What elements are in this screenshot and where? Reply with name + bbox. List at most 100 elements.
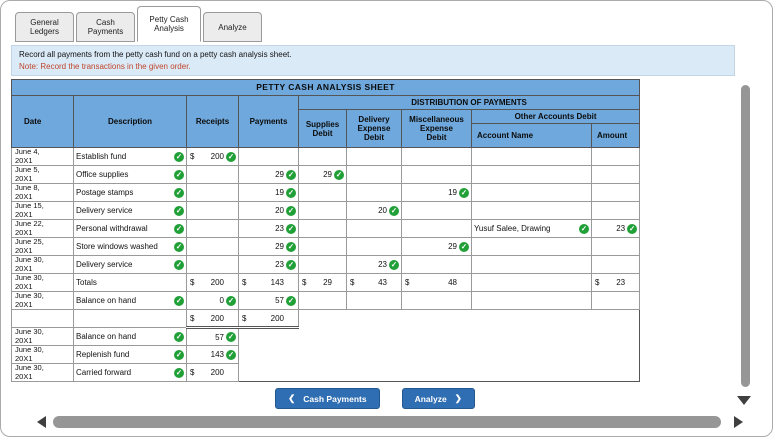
- cash-payments-button[interactable]: ❮ Cash Payments: [275, 388, 380, 409]
- table-row: June 15, 20X1 Delivery service ✓ 20 ✓ 20 ✓: [11, 201, 641, 220]
- misc-cell: [401, 327, 472, 346]
- scroll-down-arrow-icon[interactable]: [737, 396, 751, 405]
- amount-cell: [590, 255, 641, 274]
- account-cell: [471, 327, 592, 346]
- description-cell: Carried forward ✓: [73, 363, 187, 382]
- amount-cell: $23: [590, 273, 641, 292]
- vertical-scrollbar-thumb[interactable]: [741, 85, 750, 387]
- description-cell: Replenish fund ✓: [73, 345, 187, 364]
- check-icon: ✓: [174, 241, 184, 252]
- check-icon: ✓: [174, 367, 184, 378]
- analyze-button-label: Analyze: [414, 393, 447, 404]
- description-cell: Establish fund ✓: [73, 147, 187, 166]
- description-cell: [73, 309, 187, 328]
- account-cell: [471, 165, 592, 184]
- supplies-cell: 29 ✓: [298, 165, 347, 184]
- scroll-left-arrow-icon[interactable]: [37, 416, 46, 428]
- misc-cell: $48: [401, 273, 472, 292]
- check-icon: ✓: [286, 205, 296, 216]
- tab-label: General Ledgers: [30, 18, 59, 36]
- supplies-cell: [298, 291, 347, 310]
- check-icon: ✓: [174, 295, 184, 306]
- date-cell: June 30, 20X1: [11, 255, 74, 274]
- analyze-button[interactable]: Analyze ❯: [401, 388, 475, 409]
- horizontal-scrollbar-thumb[interactable]: [53, 416, 721, 428]
- account-cell: Yusuf Salee, Drawing ✓: [471, 219, 592, 238]
- payments-cell: [238, 327, 299, 346]
- payments-cell: [238, 345, 299, 364]
- tab-bar: General Ledgers Cash Payments Petty Cash…: [15, 6, 262, 42]
- other-accounts-debit-header: Other Accounts Debit: [470, 109, 641, 124]
- table-row: June 8, 20X1 Postage stamps ✓ 19 ✓ 19 ✓: [11, 183, 641, 202]
- check-icon: ✓: [174, 187, 184, 198]
- instruction-note: Note: Record the transactions in the giv…: [19, 62, 191, 71]
- account-cell: [471, 363, 592, 382]
- receipts-cell: $200: [186, 309, 239, 329]
- description-cell: Balance on hand ✓: [73, 327, 187, 346]
- misc-cell: [401, 147, 472, 166]
- table-row: June 30, 20X1 Balance on hand ✓ 0 ✓ 57 ✓: [11, 291, 641, 310]
- delivery-cell: [346, 147, 402, 166]
- delivery-cell: 23 ✓: [346, 255, 402, 274]
- table-row: June 25, 20X1 Store windows washed ✓ 29 ✓ 29 ✓: [11, 237, 641, 256]
- misc-cell: [401, 309, 472, 328]
- misc-cell: [401, 345, 472, 364]
- receipts-cell: [186, 219, 239, 238]
- tab-label: Cash Payments: [87, 18, 124, 36]
- amount-cell: [591, 363, 640, 382]
- amount-cell: [590, 237, 641, 256]
- date-cell: June 15, 20X1: [11, 201, 74, 220]
- account-cell: [471, 291, 592, 310]
- supplies-cell: [298, 201, 347, 220]
- date-cell: June 8, 20X1: [11, 183, 74, 202]
- account-cell: [471, 345, 592, 364]
- description-cell: Personal withdrawal ✓: [73, 219, 187, 238]
- scroll-right-arrow-icon[interactable]: [734, 416, 743, 428]
- check-icon: ✓: [226, 151, 236, 162]
- delivery-cell: [346, 327, 402, 346]
- footer-nav: ❮ Cash Payments Analyze ❯: [1, 388, 749, 409]
- delivery-cell: [346, 363, 402, 382]
- check-icon: ✓: [459, 241, 469, 252]
- receipts-cell: 57 ✓: [186, 327, 239, 346]
- tab-petty-cash-analysis[interactable]: Petty Cash Analysis: [137, 6, 201, 42]
- amount-cell: [590, 147, 641, 166]
- delivery-cell: [346, 345, 402, 364]
- delivery-cell: [346, 309, 402, 328]
- account-cell: [471, 147, 592, 166]
- date-cell: June 30, 20X1: [11, 327, 74, 346]
- supplies-cell: [298, 237, 347, 256]
- payments-cell: 29 ✓: [238, 165, 299, 184]
- table-row: June 30, 20X1 Replenish fund ✓ 143 ✓: [11, 345, 640, 364]
- tab-analyze[interactable]: Analyze: [203, 12, 262, 42]
- supplies-cell: $29: [298, 273, 347, 292]
- check-icon: ✓: [459, 187, 469, 198]
- check-icon: ✓: [286, 187, 296, 198]
- payments-cell: 23 ✓: [238, 255, 299, 274]
- column-header-receipts: Receipts: [186, 95, 239, 148]
- misc-cell: [401, 291, 472, 310]
- check-icon: ✓: [174, 223, 184, 234]
- misc-cell: 29 ✓: [401, 237, 472, 256]
- date-cell: June 4, 20X1: [11, 147, 74, 166]
- column-header-payments: Payments: [238, 95, 299, 148]
- receipts-cell: [186, 183, 239, 202]
- tab-general-ledgers[interactable]: General Ledgers: [15, 12, 74, 42]
- tab-cash-payments[interactable]: Cash Payments: [76, 12, 135, 42]
- date-cell: June 30, 20X1: [11, 363, 74, 382]
- check-icon: ✓: [286, 169, 296, 180]
- account-cell: [471, 255, 592, 274]
- column-header-date: Date: [11, 95, 74, 148]
- supplies-cell: [298, 183, 347, 202]
- tab-label: Petty Cash Analysis: [149, 15, 189, 33]
- supplies-cell: [298, 147, 347, 166]
- check-icon: ✓: [579, 223, 589, 234]
- account-cell: [471, 183, 592, 202]
- delivery-cell: [346, 165, 402, 184]
- amount-cell: [591, 327, 640, 346]
- sheet-body: June 4, 20X1 Establish fund ✓ $200 ✓ June 5, …: [11, 147, 641, 382]
- misc-cell: 19 ✓: [401, 183, 472, 202]
- table-row: June 30, 20X1 Delivery service ✓ 23 ✓ 23 ✓: [11, 255, 641, 274]
- description-cell: Totals: [73, 273, 187, 292]
- account-cell: [471, 309, 592, 328]
